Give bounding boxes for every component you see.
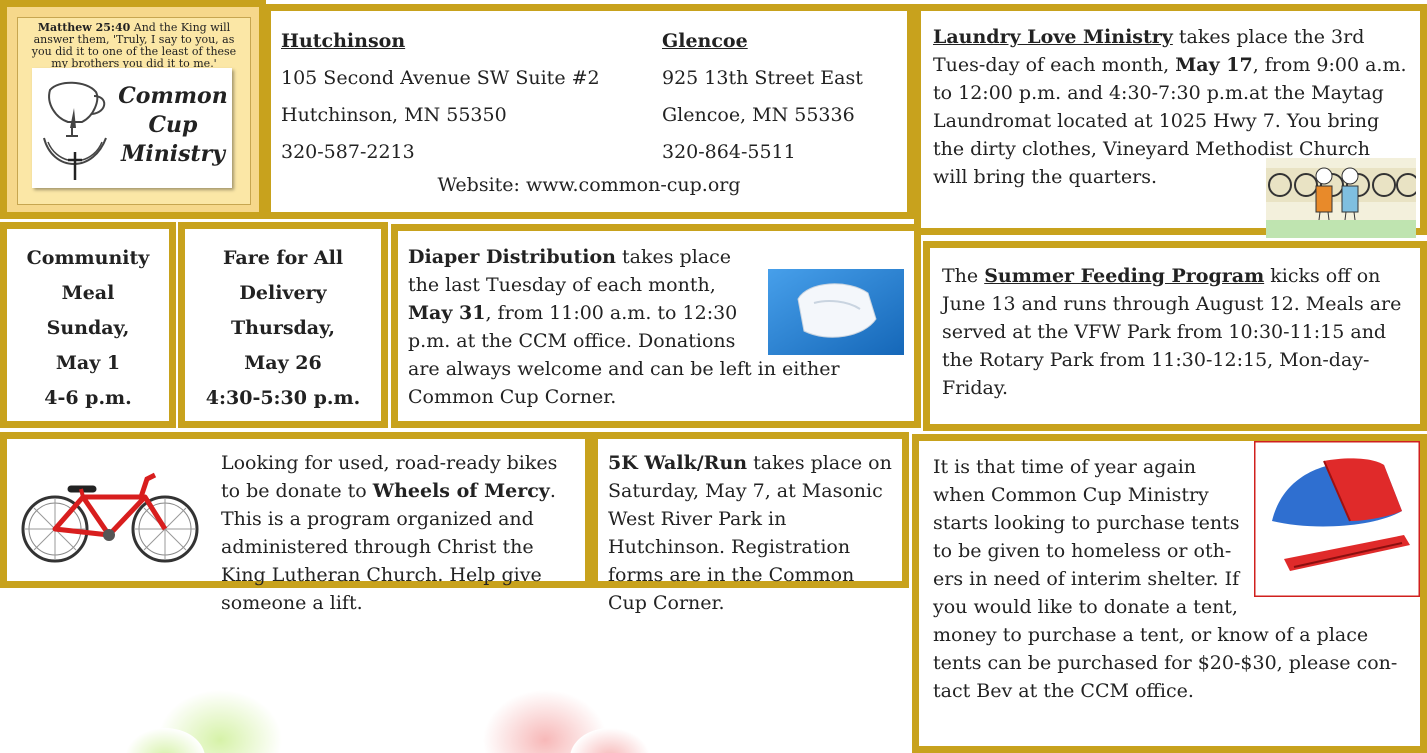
bicycle-icon (21, 472, 199, 563)
diaper-title: Diaper Distribution (408, 246, 616, 268)
diaper-distribution-panel: Diaper Distribution takes place the last… (391, 224, 921, 428)
laundry-date: May 17 (1175, 54, 1253, 76)
decorative-bubbles (125, 690, 650, 753)
logo-title-line: Cup (148, 112, 198, 138)
laundry-love-panel: Laundry Love Ministry takes place the 3r… (914, 4, 1427, 238)
logo-title-line: Common (118, 83, 228, 109)
meal-line: Sunday, (46, 317, 130, 339)
logo-title: Common Cup Ministry (114, 82, 232, 169)
diaper-image (768, 269, 904, 355)
laundromat-image (1266, 158, 1416, 238)
meal-line: Community (26, 247, 150, 269)
phone: 320-587-2213 (281, 141, 415, 163)
5k-walk-run-panel: 5K Walk/Run takes place on Saturday, May… (591, 432, 909, 614)
location-name: Glencoe (662, 30, 748, 52)
fare-for-all-panel: Fare for All Delivery Thursday, May 26 4… (178, 222, 388, 428)
walk-title: 5K Walk/Run (608, 452, 748, 474)
phone: 320-864-5511 (662, 141, 796, 163)
address-panel: Hutchinson 105 Second Avenue SW Suite #2… (264, 4, 914, 219)
community-meal-panel: Community Meal Sunday, May 1 4-6 p.m. (0, 222, 176, 428)
summer-pre: The (942, 265, 985, 287)
bible-verse: Matthew 25:40 And the King will answer t… (24, 22, 244, 70)
logo-card-frame: Matthew 25:40 And the King will answer t… (17, 17, 251, 205)
summer-title: Summer Feeding Program (984, 265, 1265, 287)
fare-line: May 26 (244, 352, 322, 374)
diaper-date: May 31 (408, 302, 486, 324)
wheels-of-mercy-panel: Looking for used, road-ready bikes to be… (0, 432, 592, 614)
wheels-of-mercy: Wheels of Mercy (372, 480, 550, 502)
glencoe-address: Glencoe 925 13th Street East Glencoe, MN… (662, 23, 863, 171)
summer-feeding-panel: The Summer Feeding Program kicks off on … (923, 241, 1427, 431)
street: 925 13th Street East (662, 67, 863, 89)
location-name: Hutchinson (281, 30, 406, 52)
website: Website: www.common-cup.org (437, 174, 741, 196)
meal-line: 4-6 p.m. (44, 387, 132, 409)
tent-image (1254, 441, 1420, 597)
street: 105 Second Avenue SW Suite #2 (281, 67, 600, 89)
meal-line: May 1 (55, 352, 121, 374)
laundry-title: Laundry Love Ministry (933, 26, 1173, 48)
fare-line: Thursday, (231, 317, 335, 339)
city-state-zip: Glencoe, MN 55336 (662, 104, 855, 126)
fare-line: 4:30-5:30 p.m. (205, 387, 361, 409)
city-state-zip: Hutchinson, MN 55350 (281, 104, 507, 126)
fare-line: Fare for All (222, 247, 344, 269)
cup-hands-icon (43, 81, 107, 180)
logo-panel: Matthew 25:40 And the King will answer t… (0, 0, 266, 219)
meal-line: Meal (61, 282, 115, 304)
hutchinson-address: Hutchinson 105 Second Avenue SW Suite #2… (281, 23, 600, 171)
logo-title-line: Ministry (121, 141, 225, 167)
ministry-logo: Common Cup Ministry (32, 68, 232, 188)
fare-line: Delivery (239, 282, 327, 304)
tents-panel: It is that time of year again when Commo… (912, 434, 1427, 753)
